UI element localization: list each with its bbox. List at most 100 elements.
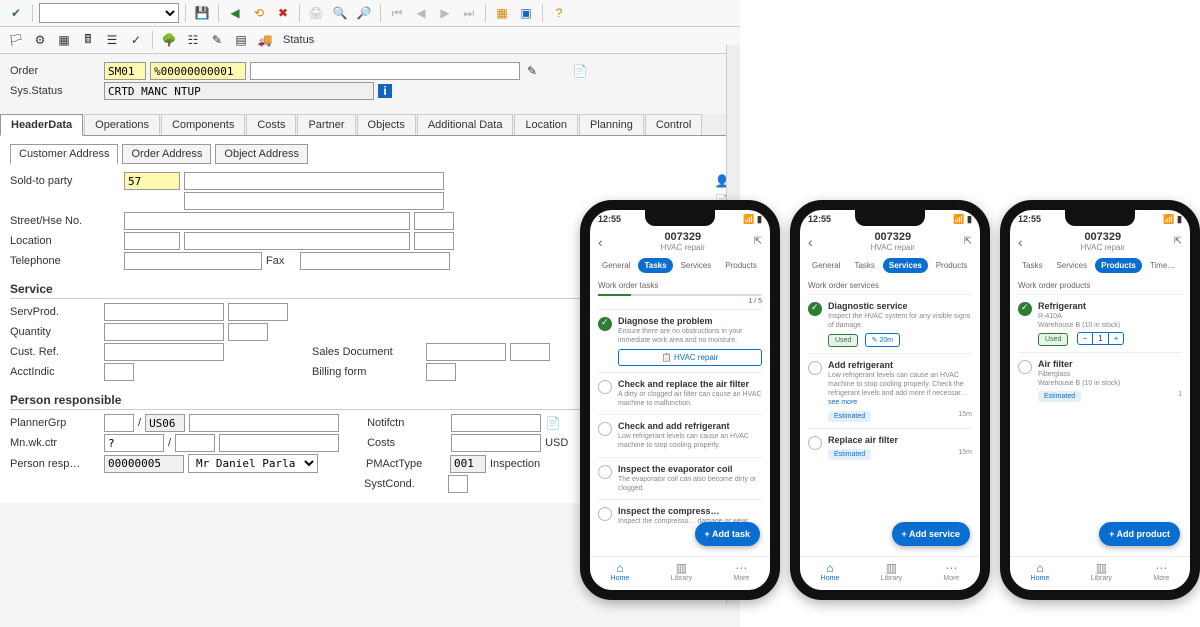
loc-ctry-input[interactable] <box>414 232 454 250</box>
check-icon[interactable] <box>1018 302 1032 316</box>
check-icon[interactable] <box>598 317 612 331</box>
notifctn-input[interactable] <box>451 414 541 432</box>
qty-stepper[interactable]: −1+ <box>1077 332 1125 345</box>
tab-operations[interactable]: Operations <box>84 114 160 135</box>
servprod2-input[interactable] <box>228 303 288 321</box>
tab-location[interactable]: Location <box>514 114 578 135</box>
order-desc-input[interactable] <box>250 62 520 80</box>
subtab-object-address[interactable]: Object Address <box>215 144 308 164</box>
new-session-icon[interactable]: ▦ <box>492 3 512 23</box>
edit-icon[interactable]: ✎ <box>524 63 540 79</box>
mnwkctr1-input[interactable] <box>104 434 164 452</box>
truck-icon[interactable]: 🚚 <box>255 30 275 50</box>
check-icon[interactable] <box>598 507 612 521</box>
help-icon[interactable]: ? <box>549 3 569 23</box>
sold-to-input[interactable] <box>124 172 180 190</box>
note-icon[interactable]: ✎ <box>207 30 227 50</box>
command-dropdown[interactable] <box>39 3 179 23</box>
tab-headerdata[interactable]: HeaderData <box>0 114 83 136</box>
plannergrp-name-input[interactable] <box>189 414 339 432</box>
add-service-button[interactable]: Add service <box>892 522 970 546</box>
billing-input[interactable] <box>426 363 456 381</box>
calc-icon[interactable]: 🖩 <box>78 30 98 50</box>
product-item[interactable]: Air filter Fiberglass Warehouse B (10 in… <box>1018 352 1182 408</box>
service-item[interactable]: Add refrigerant Low refrigerant levels c… <box>808 353 972 427</box>
subtab-order-address[interactable]: Order Address <box>122 144 211 164</box>
mnwkctr2-input[interactable] <box>175 434 215 452</box>
tab-products[interactable]: Products <box>1095 258 1142 273</box>
hvac-chip[interactable]: 📋 HVAC repair <box>618 349 762 366</box>
footer-home[interactable]: ⌂Home <box>821 561 840 582</box>
list-icon[interactable]: ☰ <box>102 30 122 50</box>
tab-general[interactable]: General <box>806 258 846 273</box>
tree-icon[interactable]: 🌳 <box>159 30 179 50</box>
page-icon[interactable]: ▤ <box>231 30 251 50</box>
tab-components[interactable]: Components <box>161 114 245 135</box>
check-icon[interactable] <box>598 422 612 436</box>
task-item[interactable]: Check and replace the air filterA dirty … <box>598 372 762 414</box>
cancel-icon[interactable]: ✖ <box>273 3 293 23</box>
footer-library[interactable]: ▥Library <box>671 561 692 582</box>
tab-tasks[interactable]: Tasks <box>1016 258 1048 273</box>
plannergrp1-input[interactable] <box>104 414 134 432</box>
loc-city-input[interactable] <box>184 232 410 250</box>
quantity-input[interactable] <box>104 323 224 341</box>
footer-library[interactable]: ▥Library <box>881 561 902 582</box>
time-chip[interactable]: ✎ 20m <box>865 333 900 347</box>
tool-icon[interactable]: ⚙ <box>30 30 50 50</box>
tab-additionaldata[interactable]: Additional Data <box>417 114 514 135</box>
check-icon[interactable] <box>598 380 612 394</box>
custref-input[interactable] <box>104 343 224 361</box>
tab-planning[interactable]: Planning <box>579 114 644 135</box>
tab-products[interactable]: Products <box>930 258 974 273</box>
flag-icon[interactable]: 🏳 <box>6 30 26 50</box>
salesdoc-input[interactable] <box>426 343 506 361</box>
check-icon[interactable] <box>598 465 612 479</box>
check-icon[interactable] <box>808 302 822 316</box>
product-item[interactable]: Refrigerant R-410A Warehouse B (10 in st… <box>1018 294 1182 352</box>
footer-home[interactable]: ⌂Home <box>1031 561 1050 582</box>
service-item[interactable]: Diagnostic service Inspect the HVAC syst… <box>808 294 972 353</box>
back-icon[interactable]: ‹ <box>808 234 822 250</box>
servprod-input[interactable] <box>104 303 224 321</box>
exit-icon[interactable]: ⟲ <box>249 3 269 23</box>
personresp-name-select[interactable]: Mr Daniel Parla <box>188 454 318 473</box>
loc-zip-input[interactable] <box>124 232 180 250</box>
grid-icon[interactable]: ▦ <box>54 30 74 50</box>
telephone-input[interactable] <box>124 252 262 270</box>
share-icon[interactable]: ⇱ <box>964 236 972 247</box>
tab-time[interactable]: Ti… <box>975 258 980 273</box>
check-icon[interactable] <box>808 436 822 450</box>
doc-icon[interactable]: ☷ <box>183 30 203 50</box>
tab-costs[interactable]: Costs <box>246 114 296 135</box>
share-icon[interactable]: ⇱ <box>754 236 762 247</box>
check-icon[interactable] <box>808 361 822 375</box>
tab-services[interactable]: Services <box>1050 258 1093 273</box>
footer-more[interactable]: ⋯More <box>943 561 959 582</box>
acctindic-input[interactable] <box>104 363 134 381</box>
ok-icon[interactable]: ✔ <box>6 3 26 23</box>
mnwkctr-name-input[interactable] <box>219 434 339 452</box>
back-icon[interactable]: ‹ <box>598 234 612 250</box>
tab-objects[interactable]: Objects <box>357 114 416 135</box>
sold-to-name2-input[interactable] <box>184 192 444 210</box>
tab-products[interactable]: Products <box>719 258 763 273</box>
footer-more[interactable]: ⋯More <box>1153 561 1169 582</box>
tab-time[interactable]: Time… <box>1144 258 1181 273</box>
street-input[interactable] <box>124 212 410 230</box>
fax-input[interactable] <box>300 252 450 270</box>
folder-icon[interactable]: 📄 <box>572 63 588 79</box>
add-product-button[interactable]: Add product <box>1099 522 1180 546</box>
notifctn-doc-icon[interactable]: 📄 <box>545 415 561 431</box>
tab-control[interactable]: Control <box>645 114 702 135</box>
task-item[interactable]: Inspect the evaporator coilThe evaporato… <box>598 457 762 499</box>
service-item[interactable]: Replace air filter Estimated 15m <box>808 428 972 466</box>
task-item[interactable]: Check and add refrigerantLow refrigerant… <box>598 414 762 456</box>
footer-more[interactable]: ⋯More <box>733 561 749 582</box>
add-task-button[interactable]: Add task <box>695 522 760 546</box>
see-more-link[interactable]: see more <box>828 399 857 406</box>
footer-home[interactable]: ⌂Home <box>611 561 630 582</box>
save-icon[interactable]: 💾 <box>192 3 212 23</box>
share-icon[interactable]: ⇱ <box>1174 236 1182 247</box>
tab-general[interactable]: General <box>596 258 636 273</box>
